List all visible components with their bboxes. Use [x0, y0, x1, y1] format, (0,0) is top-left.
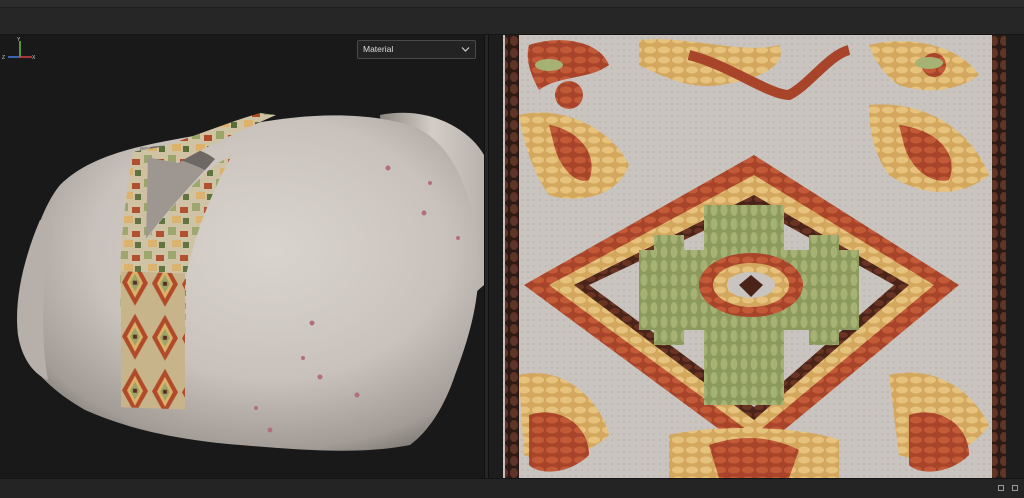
viewport-3d[interactable]: Y Z X [0, 35, 484, 478]
gizmo-z-label: Z [2, 55, 5, 61]
maximize-icon[interactable] [1012, 485, 1018, 491]
restore-icon[interactable] [998, 485, 1004, 491]
gizmo-x-label: X [32, 55, 36, 61]
top-toolbar [0, 0, 1024, 35]
texture-painting-app: Y Z X Material [0, 0, 1024, 498]
menu-strip [0, 0, 1024, 8]
embroidery-texture-render [503, 35, 1006, 478]
channel-select-value: Material [363, 44, 394, 54]
channel-select-dropdown[interactable]: Material [357, 40, 476, 59]
status-bar [0, 478, 1024, 498]
viewport-2d-texture[interactable] [489, 35, 1024, 478]
axis-gizmo: Y Z X [2, 37, 36, 61]
shirt-3d-render [16, 112, 484, 451]
chevron-down-icon [461, 47, 470, 52]
